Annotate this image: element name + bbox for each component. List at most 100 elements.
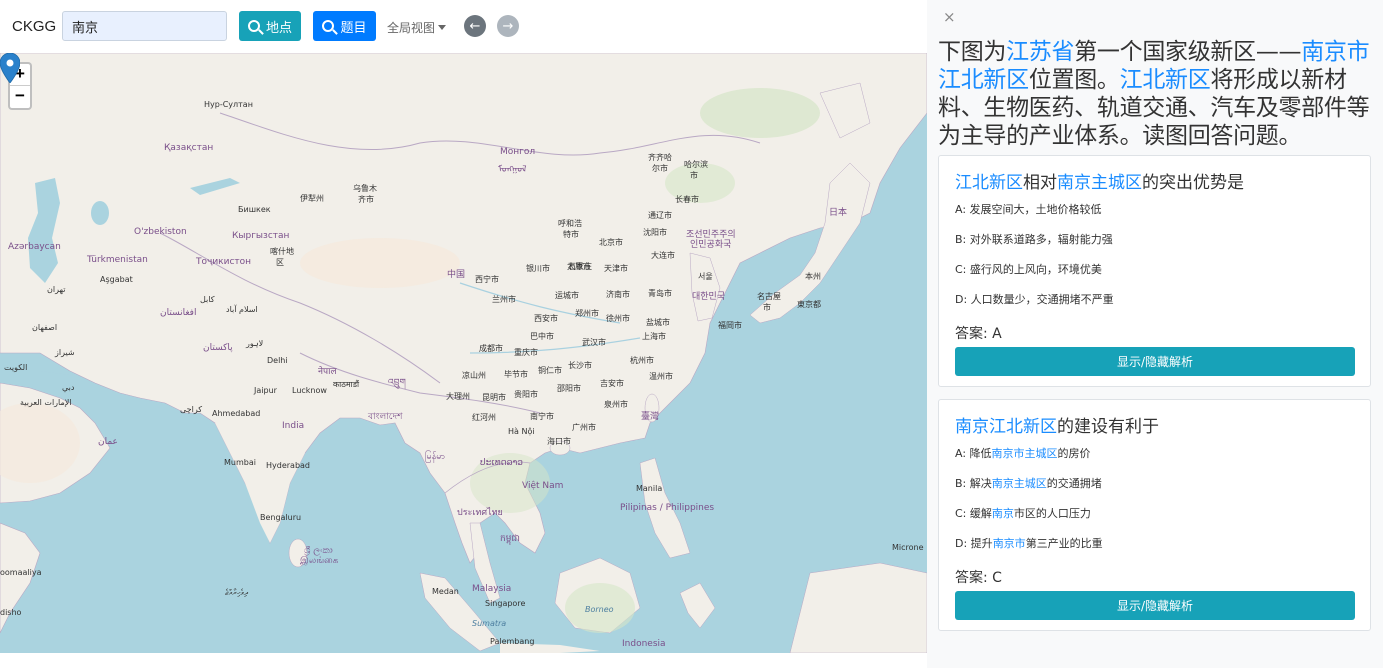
map-label: Тоҷикистон	[196, 257, 252, 267]
option-highlight: 南京主城区	[991, 477, 1047, 490]
map-label: شيراز	[55, 348, 75, 357]
map-label: இலங்கை	[300, 556, 339, 566]
option-text: 第三产业的比重	[1025, 537, 1103, 550]
map-label: 石家庄	[568, 262, 592, 271]
map-label: 本州	[805, 272, 821, 281]
map-label: 海口市	[547, 437, 571, 446]
map-label: 乌鲁木	[353, 184, 377, 193]
map-label: پاکستان	[203, 343, 233, 353]
answer-text: 答案: A	[955, 326, 1002, 342]
title-part: 相对	[1023, 173, 1057, 193]
map-label: 杭州市	[630, 356, 654, 365]
map-label: 贵阳市	[514, 390, 538, 399]
option-text: D: 提升	[955, 537, 993, 550]
back-button[interactable]: ←	[464, 15, 486, 37]
map-label: Кыргызстан	[232, 231, 290, 241]
intro-text: 下图为江苏省第一个国家级新区——南京市江北新区位置图。江北新区将形成以新材料、生…	[938, 38, 1378, 150]
map-label: Việt Nam	[522, 481, 564, 491]
map-label: 南宁市	[530, 412, 554, 421]
toggle-explanation-button[interactable]: 显示/隐藏解析	[955, 347, 1355, 376]
map-label: বাংলাদেশ	[368, 412, 403, 422]
option-c[interactable]: C: 盛行风的上风向，环境优美	[955, 263, 1354, 293]
map-label: 特市	[563, 230, 579, 239]
topic-search-button[interactable]: 题目	[313, 11, 376, 41]
map-label: 吉安市	[600, 379, 624, 388]
map-view[interactable]: + − Нур-Султан Қазақстан Монгол ᠮᠣᠩᠭᠣᠯ 乌…	[0, 53, 927, 653]
map-label: 广州市	[572, 423, 596, 432]
map-label: 哈尔滨	[684, 160, 708, 169]
map-label: Singapore	[485, 599, 526, 608]
map-label: 兰州市	[492, 295, 516, 304]
option-text: B: 解决	[955, 477, 992, 490]
map-label: ᠮᠣᠩᠭᠣᠯ	[498, 165, 527, 175]
map-label: Hyderabad	[266, 461, 310, 470]
map-label: 市	[690, 171, 698, 180]
forward-button[interactable]: →	[497, 15, 519, 37]
close-icon[interactable]: ×	[943, 8, 956, 26]
map-label: 日本	[829, 208, 848, 218]
map-label: 红河州	[472, 413, 496, 422]
option-d[interactable]: D: 人口数量少，交通拥堵不严重	[955, 293, 1354, 323]
map-label: 대한민국	[692, 292, 726, 302]
map-label: Монгол	[500, 147, 536, 157]
map-label: 青岛市	[648, 289, 672, 298]
map-label: 徐州市	[606, 314, 630, 323]
option-b[interactable]: B: 对外联系道路多，辐射能力强	[955, 233, 1354, 263]
map-label: Türkmenistan	[87, 255, 148, 265]
brand-logo[interactable]: CKGG	[12, 18, 56, 35]
search-input[interactable]	[62, 11, 227, 41]
map-label: 郑州市	[575, 309, 599, 318]
map-label: 成都市	[479, 344, 503, 353]
map-label: India	[282, 421, 305, 431]
map-label: 长沙市	[568, 361, 592, 370]
intro-text-part: 第一个国家级新区——	[1074, 39, 1302, 65]
title-highlight: 南京江北新区	[955, 417, 1057, 437]
map-label: 泉州市	[604, 400, 628, 409]
option-highlight: 南京市主城区	[991, 447, 1058, 460]
option-d[interactable]: D: 提升南京市第三产业的比重	[955, 537, 1354, 567]
map-label: Lucknow	[292, 386, 327, 395]
map-label: Бишкек	[238, 205, 271, 214]
map-label: 大理州	[446, 392, 470, 401]
map-label: 東京都	[797, 300, 821, 309]
zoom-out-button[interactable]: −	[10, 86, 30, 108]
map-label: 重庆市	[514, 348, 538, 357]
option-b[interactable]: B: 解决南京主城区的交通拥堵	[955, 477, 1354, 507]
map-label: Delhi	[267, 356, 288, 365]
map-label: Borneo	[585, 605, 614, 614]
map-label: 서울	[698, 272, 713, 281]
map-label: Azərbaycan	[8, 242, 61, 252]
option-a[interactable]: A: 发展空间大，土地价格较低	[955, 203, 1354, 233]
map-label: Hà Nội	[508, 427, 535, 436]
toggle-explanation-button[interactable]: 显示/隐藏解析	[955, 591, 1355, 620]
answer-text: 答案: C	[955, 570, 1002, 586]
map-label: 凉山州	[462, 371, 486, 380]
map-label: کابل	[200, 295, 215, 304]
option-text: C: 缓解	[955, 507, 992, 520]
map-label: འབྲུག	[388, 378, 406, 388]
map-label: 上海市	[642, 332, 666, 341]
map-label: 长春市	[675, 195, 699, 204]
location-marker-icon[interactable]	[0, 53, 20, 83]
map-label: disho	[0, 608, 22, 617]
option-c[interactable]: C: 缓解南京市区的人口压力	[955, 507, 1354, 537]
map-label: افغانستان	[160, 308, 197, 318]
option-highlight: 南京	[991, 507, 1014, 520]
map-label: 昆明市	[482, 393, 506, 402]
global-view-dropdown[interactable]: 全局视图	[387, 19, 447, 36]
map-label: नेपाल	[318, 367, 337, 377]
map-label: 温州市	[649, 372, 673, 381]
option-a[interactable]: A: 降低南京市主城区的房价	[955, 447, 1354, 477]
place-search-button[interactable]: 地点	[239, 11, 301, 41]
place-button-label: 地点	[265, 19, 292, 35]
map-label: Mumbai	[224, 458, 256, 467]
map-label: ދިވެހިރާއްޖެ	[225, 588, 248, 597]
title-part: 的建设有利于	[1057, 417, 1159, 437]
topic-button-label: 题目	[340, 19, 367, 35]
intro-text-part: 下图为	[938, 39, 1007, 65]
map-label: 中国	[447, 270, 466, 280]
caret-down-icon	[438, 25, 447, 30]
map-label: Palembang	[490, 637, 535, 646]
map-label: Manila	[636, 484, 663, 493]
map-label: 区	[276, 258, 284, 267]
